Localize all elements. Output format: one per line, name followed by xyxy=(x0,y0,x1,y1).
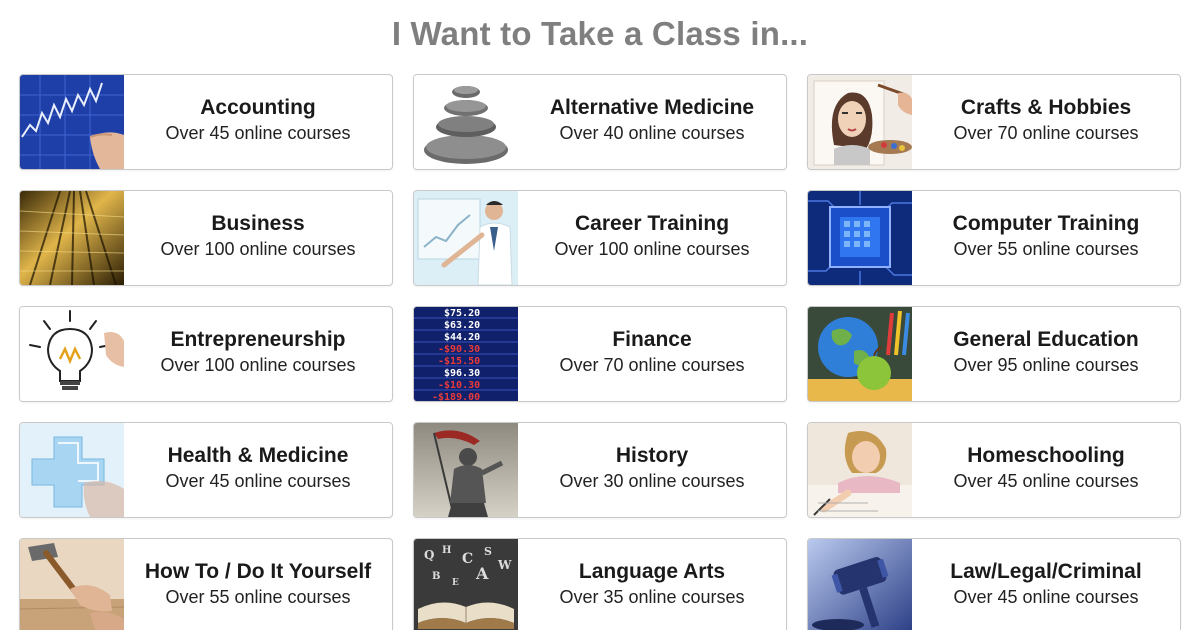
category-card-how-to-diy[interactable]: How To / Do It Yourself Over 55 online c… xyxy=(19,538,393,630)
card-title: Computer Training xyxy=(952,212,1140,235)
category-card-finance[interactable]: $75.20 $63.20 $44.20 -$90.30 -$15.50 $96… xyxy=(413,306,787,402)
svg-text:A: A xyxy=(475,564,489,583)
card-course-count: Over 45 online courses xyxy=(953,471,1139,491)
stock-ticker-board-thumbnail: $75.20 $63.20 $44.20 -$90.30 -$15.50 $96… xyxy=(414,307,518,401)
card-title: Alternative Medicine xyxy=(549,96,755,119)
category-card-health-medicine[interactable]: Health & Medicine Over 45 online courses xyxy=(19,422,393,518)
svg-text:B: B xyxy=(432,571,440,582)
category-grid: Accounting Over 45 online courses Altern… xyxy=(19,74,1181,630)
globe-apple-thumbnail xyxy=(808,307,912,401)
skyscraper-thumbnail xyxy=(20,191,124,285)
card-title: Crafts & Hobbies xyxy=(960,96,1132,119)
painting-portrait-thumbnail xyxy=(808,75,912,169)
card-course-count: Over 70 online courses xyxy=(953,123,1139,143)
card-course-count: Over 45 online courses xyxy=(165,471,351,491)
ticker-value: -$189.00 xyxy=(432,392,480,401)
category-card-entrepreneurship[interactable]: Entrepreneurship Over 100 online courses xyxy=(19,306,393,402)
card-course-count: Over 100 online courses xyxy=(160,239,356,259)
ticker-value: $44.20 xyxy=(444,332,480,343)
stock-chart-thumbnail xyxy=(20,75,124,169)
child-writing-thumbnail xyxy=(808,423,912,517)
card-course-count: Over 45 online courses xyxy=(953,587,1139,607)
ticker-value: $63.20 xyxy=(444,320,480,331)
category-card-language-arts[interactable]: QH CS W B A E Language Arts Over 35 online… xyxy=(413,538,787,630)
ticker-value: $96.30 xyxy=(444,368,480,379)
stacked-stones-thumbnail xyxy=(414,75,518,169)
card-course-count: Over 100 online courses xyxy=(554,239,750,259)
card-title: History xyxy=(615,444,689,467)
category-card-crafts-hobbies[interactable]: Crafts & Hobbies Over 70 online courses xyxy=(807,74,1181,170)
card-course-count: Over 95 online courses xyxy=(953,355,1139,375)
card-title: Career Training xyxy=(574,212,730,235)
knight-statue-thumbnail xyxy=(414,423,518,517)
category-card-business[interactable]: Business Over 100 online courses xyxy=(19,190,393,286)
card-title: Homeschooling xyxy=(967,444,1125,467)
ticker-value: -$10.30 xyxy=(438,380,480,391)
card-title: Entrepreneurship xyxy=(170,328,346,351)
lightbulb-thumbnail xyxy=(20,307,124,401)
card-course-count: Over 30 online courses xyxy=(559,471,745,491)
svg-text:E: E xyxy=(452,578,459,588)
category-card-computer-training[interactable]: Computer Training Over 55 online courses xyxy=(807,190,1181,286)
category-card-alternative-medicine[interactable]: Alternative Medicine Over 40 online cour… xyxy=(413,74,787,170)
category-card-general-education[interactable]: General Education Over 95 online courses xyxy=(807,306,1181,402)
card-title: Finance xyxy=(612,328,692,351)
card-title: Accounting xyxy=(200,96,316,119)
presenter-thumbnail xyxy=(414,191,518,285)
svg-text:C: C xyxy=(462,551,473,567)
card-course-count: Over 55 online courses xyxy=(165,587,351,607)
svg-text:Q: Q xyxy=(424,548,434,562)
category-card-law-legal-criminal[interactable]: Law/Legal/Criminal Over 45 online course… xyxy=(807,538,1181,630)
category-card-accounting[interactable]: Accounting Over 45 online courses xyxy=(19,74,393,170)
card-title: General Education xyxy=(953,328,1139,351)
svg-text:S: S xyxy=(484,545,492,558)
ticker-value: -$90.30 xyxy=(438,344,480,355)
category-card-history[interactable]: History Over 30 online courses xyxy=(413,422,787,518)
svg-text:H: H xyxy=(442,545,451,556)
card-title: Health & Medicine xyxy=(167,444,349,467)
open-book-letters-thumbnail: QH CS W B A E xyxy=(414,539,518,630)
card-title: How To / Do It Yourself xyxy=(144,560,372,583)
card-course-count: Over 55 online courses xyxy=(953,239,1139,259)
card-title: Law/Legal/Criminal xyxy=(950,560,1142,583)
category-card-homeschooling[interactable]: Homeschooling Over 45 online courses xyxy=(807,422,1181,518)
gavel-thumbnail xyxy=(808,539,912,630)
medical-cross-thumbnail xyxy=(20,423,124,517)
card-title: Business xyxy=(211,212,305,235)
hammer-thumbnail xyxy=(20,539,124,630)
card-course-count: Over 100 online courses xyxy=(160,355,356,375)
page-title: I Want to Take a Class in... xyxy=(391,15,809,52)
card-course-count: Over 45 online courses xyxy=(165,123,351,143)
ticker-value: $75.20 xyxy=(444,308,480,319)
card-course-count: Over 70 online courses xyxy=(559,355,745,375)
card-course-count: Over 35 online courses xyxy=(559,587,745,607)
ticker-value: -$15.50 xyxy=(438,356,480,367)
category-card-career-training[interactable]: Career Training Over 100 online courses xyxy=(413,190,787,286)
svg-text:W: W xyxy=(497,558,512,572)
card-course-count: Over 40 online courses xyxy=(559,123,745,143)
card-title: Language Arts xyxy=(578,560,726,583)
microchip-thumbnail xyxy=(808,191,912,285)
